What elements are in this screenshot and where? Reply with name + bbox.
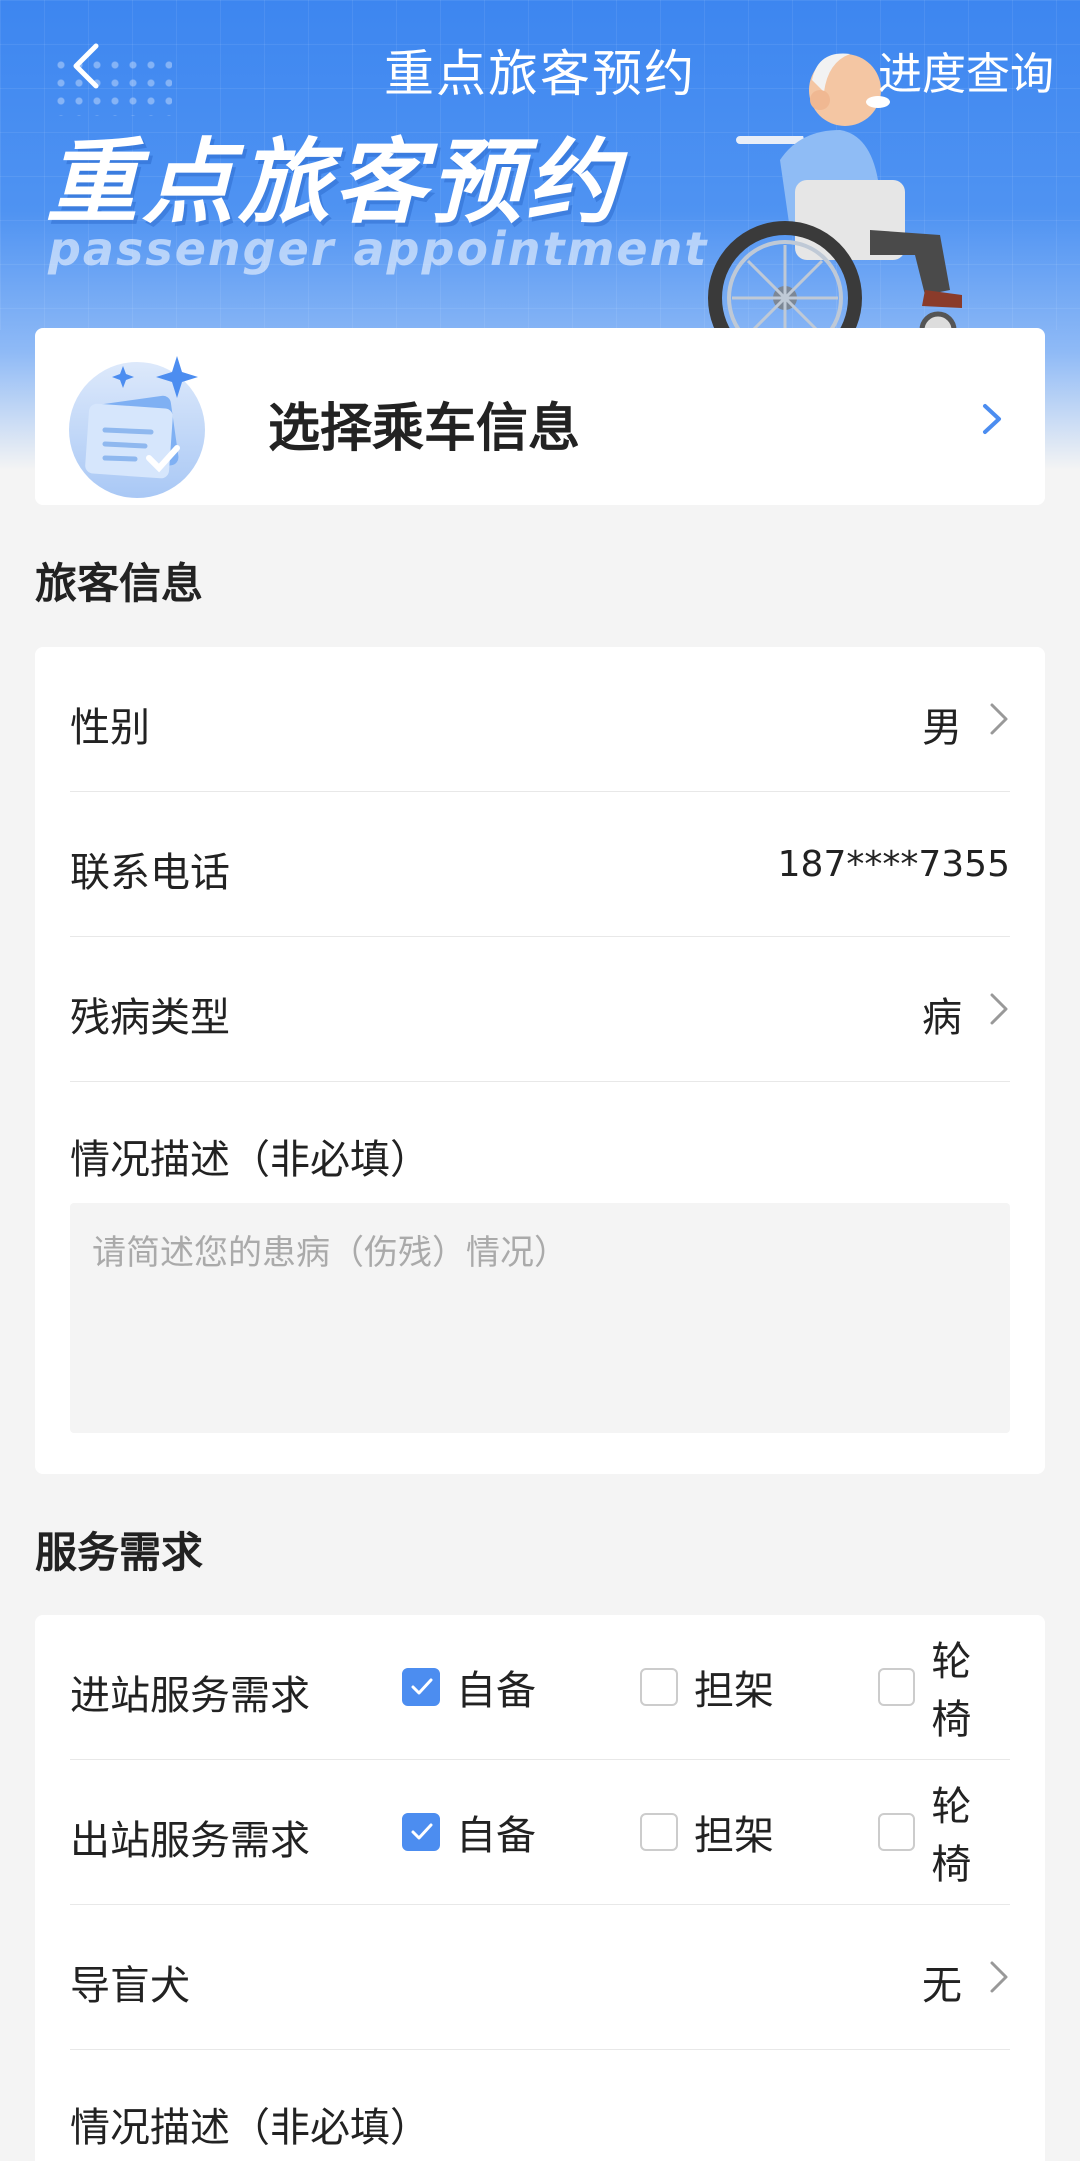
checkbox-unchecked-icon[interactable] bbox=[640, 1668, 678, 1706]
entry-option-wheelchair[interactable]: 轮椅 bbox=[878, 1639, 1010, 1743]
phone-row: 联系电话 187****7355 bbox=[70, 792, 1010, 937]
exit-option-wheelchair-label: 轮椅 bbox=[931, 1784, 972, 1888]
passenger-section-title: 旅客信息 bbox=[35, 559, 204, 608]
exit-service-label: 出站服务需求 bbox=[70, 1818, 310, 1864]
entry-service-row: 进站服务需求 自备 担架 轮椅 bbox=[70, 1615, 1010, 1760]
passenger-info-card: 性别 男 联系电话 187****7355 残病类型 病 情况描述（非必填） bbox=[35, 647, 1045, 1474]
exit-option-self-label: 自备 bbox=[456, 1813, 536, 1859]
entry-option-stretcher-label: 担架 bbox=[694, 1668, 774, 1714]
exit-option-self[interactable]: 自备 bbox=[402, 1810, 536, 1859]
passenger-description-input[interactable] bbox=[70, 1203, 1010, 1433]
exit-service-row: 出站服务需求 自备 担架 轮椅 bbox=[70, 1760, 1010, 1905]
checkbox-unchecked-icon[interactable] bbox=[878, 1668, 916, 1706]
ticket-document-icon bbox=[69, 356, 205, 498]
service-card: 进站服务需求 自备 担架 轮椅 出站服务需求 自备 担架 轮椅 导盲犬 无 情况… bbox=[35, 1615, 1045, 2161]
checkbox-unchecked-icon[interactable] bbox=[878, 1813, 916, 1851]
exit-option-stretcher-label: 担架 bbox=[694, 1813, 774, 1859]
chevron-right-icon bbox=[990, 1961, 1008, 1993]
chevron-right-icon bbox=[990, 703, 1008, 735]
phone-value: 187****7355 bbox=[777, 844, 1010, 885]
passenger-description-label: 情况描述（非必填） bbox=[70, 1137, 430, 1183]
exit-option-wheelchair[interactable]: 轮椅 bbox=[878, 1784, 1010, 1888]
checkbox-unchecked-icon[interactable] bbox=[640, 1813, 678, 1851]
select-trip-label: 选择乘车信息 bbox=[268, 399, 581, 459]
chevron-right-icon bbox=[990, 993, 1008, 1025]
select-trip-card[interactable]: 选择乘车信息 bbox=[35, 328, 1045, 505]
banner-subtitle: passenger appointment bbox=[48, 222, 709, 276]
exit-option-stretcher[interactable]: 担架 bbox=[640, 1810, 774, 1859]
disability-type-value: 病 bbox=[922, 995, 962, 1041]
gender-value: 男 bbox=[922, 705, 962, 751]
service-section-title: 服务需求 bbox=[35, 1528, 204, 1577]
entry-option-wheelchair-label: 轮椅 bbox=[931, 1639, 972, 1743]
guide-dog-label: 导盲犬 bbox=[70, 1963, 190, 2009]
gender-label: 性别 bbox=[70, 705, 150, 751]
disability-type-row[interactable]: 残病类型 病 bbox=[70, 937, 1010, 1082]
service-description-label: 情况描述（非必填） bbox=[70, 2105, 430, 2151]
disability-type-label: 残病类型 bbox=[70, 995, 230, 1041]
entry-option-self[interactable]: 自备 bbox=[402, 1665, 536, 1714]
checkbox-checked-icon[interactable] bbox=[402, 1668, 440, 1706]
guide-dog-row[interactable]: 导盲犬 无 bbox=[70, 1905, 1010, 2050]
guide-dog-value: 无 bbox=[922, 1963, 962, 2009]
entry-service-label: 进站服务需求 bbox=[70, 1673, 310, 1719]
entry-option-self-label: 自备 bbox=[456, 1668, 536, 1714]
progress-query-link[interactable]: 进度查询 bbox=[878, 38, 1054, 102]
entry-option-stretcher[interactable]: 担架 bbox=[640, 1665, 774, 1714]
chevron-right-icon bbox=[983, 404, 1001, 434]
phone-label: 联系电话 bbox=[70, 850, 230, 896]
gender-row[interactable]: 性别 男 bbox=[70, 647, 1010, 792]
checkbox-checked-icon[interactable] bbox=[402, 1813, 440, 1851]
